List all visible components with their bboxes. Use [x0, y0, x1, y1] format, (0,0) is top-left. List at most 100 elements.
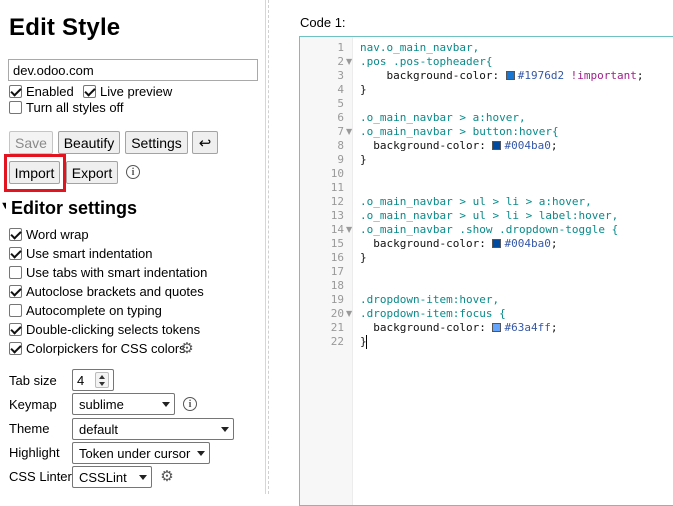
code-line: background-color: #63a4ff; [360, 321, 558, 334]
autoclose-brackets-checkbox[interactable]: Autoclose brackets and quotes [9, 284, 204, 299]
line-number: 21 [330, 321, 344, 334]
theme-value: default [79, 421, 119, 437]
keymap-value: sublime [79, 396, 124, 412]
gear-icon[interactable]: ⚙ [180, 341, 194, 356]
live-preview-checkbox[interactable]: Live preview [83, 84, 172, 99]
fold-arrow-icon[interactable]: ▼ [346, 223, 353, 237]
turn-all-styles-off-label: Turn all styles off [26, 100, 124, 115]
fold-arrow-icon[interactable]: ▼ [346, 55, 353, 69]
line-number: 13 [330, 209, 344, 222]
checkbox-box[interactable] [9, 228, 22, 241]
spinner-arrows-icon[interactable] [95, 372, 109, 388]
code-line: background-color: #004ba0; [360, 237, 558, 250]
linter-gear-icon[interactable]: ⚙ [160, 469, 174, 484]
panel-splitter[interactable] [265, 0, 271, 494]
checkbox-box[interactable] [9, 285, 22, 298]
line-number: 10 [330, 167, 344, 180]
option-label: Word wrap [26, 227, 89, 242]
keymap-select[interactable]: sublime [72, 393, 175, 415]
tab-size-value: 4 [77, 372, 85, 388]
enabled-label: Enabled [26, 84, 74, 99]
code-line: .o_main_navbar .show .dropdown-toggle { [360, 223, 619, 236]
color-swatch-icon[interactable] [492, 141, 502, 150]
sidebar: Edit Style Enabled Live preview Turn all… [0, 0, 265, 494]
fold-arrow-icon[interactable]: ▼ [346, 125, 353, 139]
fold-arrow-icon[interactable]: ▼ [346, 307, 353, 321]
checkbox-box[interactable] [9, 323, 22, 336]
settings-button[interactable]: Settings [125, 131, 188, 154]
tab-size-label: Tab size [9, 373, 57, 388]
line-number: 5 [337, 97, 344, 110]
colorpickers-checkbox[interactable]: Colorpickers for CSS colors [9, 341, 186, 356]
live-preview-label: Live preview [100, 84, 173, 99]
smart-indentation-checkbox[interactable]: Use smart indentation [9, 246, 152, 261]
checkbox-box[interactable] [9, 342, 22, 355]
checkbox-box[interactable] [9, 304, 22, 317]
highlight-label: Highlight [9, 445, 60, 460]
keymap-label: Keymap [9, 397, 57, 412]
export-button[interactable]: Export [66, 161, 118, 184]
line-number: 12 [330, 195, 344, 208]
line-number: 3 [337, 69, 344, 82]
editor-settings-heading[interactable]: ▼ Editor settings [0, 198, 137, 219]
enabled-checkbox[interactable]: Enabled [9, 84, 74, 99]
css-linter-label: CSS Linter [9, 469, 72, 484]
line-number: 2 [337, 55, 344, 68]
color-swatch-icon[interactable] [505, 71, 515, 80]
chevron-down-icon [139, 474, 147, 480]
double-click-tokens-checkbox[interactable]: Double-clicking selects tokens [9, 322, 200, 337]
text-cursor [366, 335, 367, 349]
code-line: .o_main_navbar > ul > li > label:hover, [360, 209, 619, 222]
autocomplete-checkbox[interactable]: Autocomplete on typing [9, 303, 162, 318]
checkbox-box[interactable] [9, 85, 22, 98]
expand-triangle-icon: ▼ [0, 200, 6, 212]
editor-settings-title: Editor settings [11, 198, 138, 218]
keymap-info-icon[interactable]: i [183, 397, 197, 411]
line-number: 9 [337, 153, 344, 166]
info-icon[interactable]: i [126, 165, 140, 179]
save-button[interactable]: Save [9, 131, 53, 154]
editor-label: Code 1: [300, 15, 346, 30]
page-title: Edit Style [9, 14, 121, 41]
color-swatch-icon[interactable] [492, 239, 502, 248]
checkbox-box[interactable] [9, 101, 22, 114]
theme-select[interactable]: default [72, 418, 234, 440]
chevron-down-icon [221, 426, 229, 432]
undo-button[interactable]: ↩ [192, 131, 218, 154]
code-editor[interactable]: 1 2 ▼ 3 4 5 6 7 ▼ 8 9 10 11 12 13 14 ▼ 1… [299, 36, 673, 506]
css-linter-select[interactable]: CSSLint [72, 466, 152, 488]
option-label: Use smart indentation [26, 246, 153, 261]
checkbox-box[interactable] [9, 266, 22, 279]
beautify-button[interactable]: Beautify [58, 131, 120, 154]
option-label: Autoclose brackets and quotes [26, 284, 204, 299]
css-linter-value: CSSLint [79, 469, 127, 485]
highlight-select[interactable]: Token under cursor [72, 442, 210, 464]
tab-size-stepper[interactable]: 4 [72, 369, 114, 391]
chevron-down-icon [197, 450, 205, 456]
line-number: 15 [330, 237, 344, 250]
code-line: .o_main_navbar > a:hover, [360, 111, 526, 124]
tabs-smart-indentation-checkbox[interactable]: Use tabs with smart indentation [9, 265, 207, 280]
word-wrap-checkbox[interactable]: Word wrap [9, 227, 89, 242]
option-label: Use tabs with smart indentation [26, 265, 208, 280]
code-line: background-color: #004ba0; [360, 139, 558, 152]
line-number: 7 [337, 125, 344, 138]
checkbox-box[interactable] [83, 85, 96, 98]
line-number: 6 [337, 111, 344, 124]
code-line: } [360, 153, 367, 166]
line-number: 17 [330, 265, 344, 278]
style-name-input[interactable] [8, 59, 258, 81]
code-line: background-color: #1976d2 !important; [360, 69, 644, 82]
color-swatch-icon[interactable] [492, 323, 502, 332]
option-label: Autocomplete on typing [26, 303, 162, 318]
checkbox-box[interactable] [9, 247, 22, 260]
line-number: 18 [330, 279, 344, 292]
line-number: 16 [330, 251, 344, 264]
code-line: .o_main_navbar > button:hover{ [360, 125, 559, 138]
code-line: } [360, 83, 367, 96]
turn-all-styles-off-checkbox[interactable]: Turn all styles off [9, 100, 124, 115]
line-number-gutter: 1 2 ▼ 3 4 5 6 7 ▼ 8 9 10 11 12 13 14 ▼ 1… [300, 37, 353, 505]
option-label: Double-clicking selects tokens [26, 322, 201, 337]
line-number: 20 [330, 307, 344, 320]
import-button[interactable]: Import [9, 161, 60, 184]
